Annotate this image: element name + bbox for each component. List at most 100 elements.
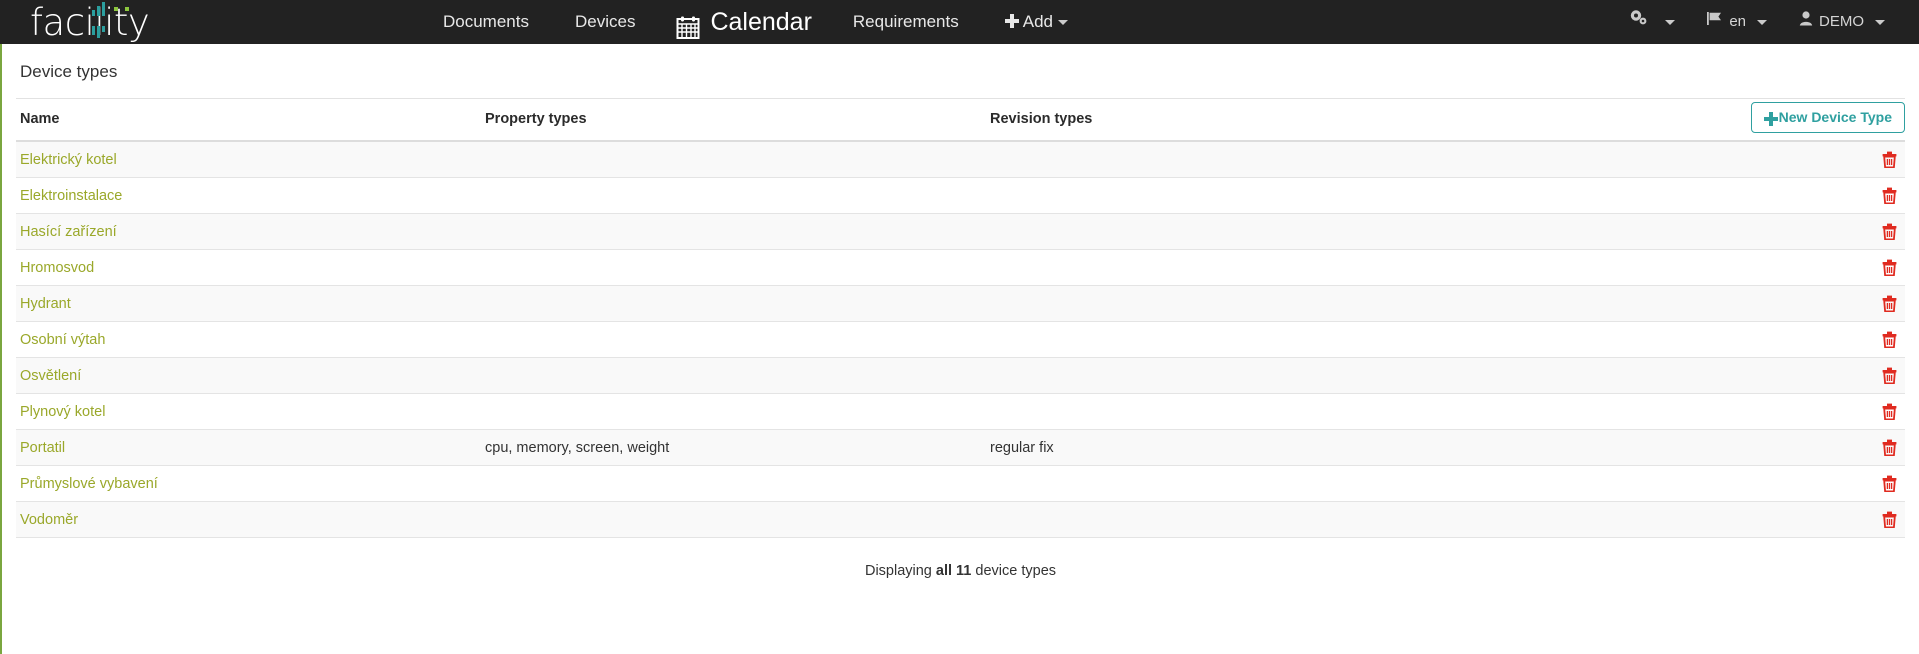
trash-icon[interactable]	[1882, 151, 1897, 169]
nav-item-add-label: Add	[1022, 12, 1053, 31]
cell-property-types	[481, 285, 986, 322]
trash-icon[interactable]	[1882, 475, 1897, 493]
device-type-link[interactable]: Osobní výtah	[20, 332, 105, 348]
trash-icon[interactable]	[1882, 259, 1897, 277]
user-icon	[1799, 0, 1813, 44]
chevron-down-icon	[1057, 20, 1068, 26]
new-device-type-button[interactable]: New Device Type	[1750, 102, 1905, 133]
logo-wrap: facility	[30, 0, 150, 44]
table-body: Elektrický kotel Elektroinstalace Hasící z…	[16, 141, 1905, 538]
cell-name: Elektrický kotel	[16, 141, 481, 178]
cell-name: Hromosvod	[16, 249, 481, 286]
device-type-link[interactable]: Hydrant	[20, 296, 71, 312]
record-count: Displaying all 11 device types	[2, 538, 1919, 579]
chevron-down-icon	[1757, 19, 1767, 25]
cell-revision-types: regular fix	[986, 429, 1845, 466]
cell-actions	[1845, 285, 1905, 322]
cell-revision-types	[986, 393, 1845, 430]
cell-revision-types	[986, 213, 1845, 250]
cell-revision-types	[986, 321, 1845, 358]
cell-actions	[1845, 177, 1905, 214]
table-row: Osobní výtah	[16, 321, 1905, 358]
cell-actions	[1845, 501, 1905, 538]
trash-icon[interactable]	[1882, 331, 1897, 349]
device-type-link[interactable]: Hasící zařízení	[20, 224, 117, 240]
nav-item-calendar-label: Calendar	[710, 8, 812, 36]
trash-icon[interactable]	[1882, 439, 1897, 457]
cell-revision-types	[986, 465, 1845, 502]
table-row: Průmyslové vybavení	[16, 465, 1905, 502]
new-device-type-label: New Device Type	[1778, 109, 1892, 125]
page-content: Device types New Device Type Name Proper…	[0, 44, 1919, 654]
cell-name: Portatil	[16, 429, 481, 466]
calendar-icon	[676, 10, 700, 39]
cell-name: Plynový kotel	[16, 393, 481, 430]
cell-actions	[1845, 321, 1905, 358]
nav-item-devices[interactable]: Devices	[552, 0, 658, 44]
trash-icon[interactable]	[1882, 223, 1897, 241]
device-types-table-wrap: New Device Type Name Property types Revi…	[2, 99, 1919, 538]
device-type-link[interactable]: Elektroinstalace	[20, 188, 122, 204]
table-row: Osvětlení	[16, 357, 1905, 394]
table-row: Vodoměr	[16, 501, 1905, 538]
chevron-down-icon	[1875, 19, 1885, 25]
record-count-value: all 11	[935, 563, 972, 579]
device-type-link[interactable]: Osvětlení	[20, 368, 81, 384]
cell-name: Hasící zařízení	[16, 213, 481, 250]
flag-icon	[1707, 0, 1723, 44]
device-type-link[interactable]: Hromosvod	[20, 260, 94, 276]
nav-item-add[interactable]: Add	[982, 0, 1091, 44]
device-type-link[interactable]: Elektrický kotel	[20, 152, 117, 168]
cell-revision-types	[986, 285, 1845, 322]
cell-actions	[1845, 357, 1905, 394]
cell-actions	[1845, 393, 1905, 430]
cell-property-types	[481, 141, 986, 178]
trash-icon[interactable]	[1882, 295, 1897, 313]
cell-actions	[1845, 249, 1905, 286]
cell-revision-types	[986, 141, 1845, 178]
cell-property-types	[481, 249, 986, 286]
device-type-link[interactable]: Portatil	[20, 440, 65, 456]
settings-menu[interactable]	[1613, 0, 1691, 44]
nav-item-documents[interactable]: Documents	[420, 0, 552, 44]
trash-icon[interactable]	[1882, 367, 1897, 385]
table-row: Elektrický kotel	[16, 141, 1905, 178]
chevron-down-icon	[1665, 19, 1676, 25]
device-type-link[interactable]: Vodoměr	[20, 512, 78, 528]
nav-item-calendar[interactable]: Calendar	[658, 0, 829, 44]
nav-item-requirements[interactable]: Requirements	[830, 0, 982, 44]
logo-dots-icon	[114, 7, 129, 11]
trash-icon[interactable]	[1882, 403, 1897, 421]
record-count-prefix: Displaying	[864, 563, 936, 579]
column-header-revision-types[interactable]: Revision types	[986, 99, 1845, 142]
cell-property-types	[481, 177, 986, 214]
table-head: Name Property types Revision types	[16, 99, 1905, 142]
page-title: Device types	[20, 62, 118, 81]
cell-actions	[1845, 429, 1905, 466]
device-type-link[interactable]: Plynový kotel	[20, 404, 105, 420]
device-type-link[interactable]: Průmyslové vybavení	[20, 476, 158, 492]
brand-logo-text: facility	[30, 0, 150, 44]
cell-property-types	[481, 501, 986, 538]
cell-actions	[1845, 141, 1905, 178]
cell-revision-types	[986, 249, 1845, 286]
table-row: Hromosvod	[16, 249, 1905, 286]
secondary-nav: en DEMO	[1613, 0, 1901, 44]
table-row: Hasící zařízení	[16, 213, 1905, 250]
table-row: Hydrant	[16, 285, 1905, 322]
cell-name: Vodoměr	[16, 501, 481, 538]
user-menu[interactable]: DEMO	[1783, 0, 1901, 44]
top-navbar: facility Documents Devices Calendar Requ…	[0, 0, 1919, 44]
column-header-name[interactable]: Name	[16, 99, 481, 142]
brand-logo[interactable]: facility	[0, 0, 420, 44]
cell-name: Elektroinstalace	[16, 177, 481, 214]
language-menu[interactable]: en	[1691, 0, 1783, 44]
cell-name: Průmyslové vybavení	[16, 465, 481, 502]
trash-icon[interactable]	[1882, 511, 1897, 529]
trash-icon[interactable]	[1882, 187, 1897, 205]
cell-name: Osvětlení	[16, 357, 481, 394]
cell-revision-types	[986, 357, 1845, 394]
cell-actions	[1845, 213, 1905, 250]
column-header-property-types[interactable]: Property types	[481, 99, 986, 142]
table-row: Portatil cpu, memory, screen, weight regul…	[16, 429, 1905, 466]
